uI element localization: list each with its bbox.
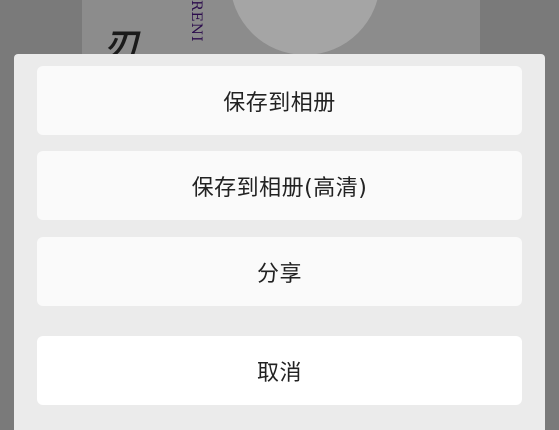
save-to-album-label: 保存到相册 xyxy=(223,90,336,116)
share-button[interactable]: 分享 xyxy=(37,237,522,306)
share-label: 分享 xyxy=(256,261,302,287)
save-to-album-button[interactable]: 保存到相册 xyxy=(37,66,522,135)
save-to-album-hd-label: 保存到相册(高清) xyxy=(191,175,368,201)
save-to-album-hd-button[interactable]: 保存到相册(高清) xyxy=(37,151,522,220)
cancel-button[interactable]: 取消 xyxy=(37,336,522,405)
cancel-label: 取消 xyxy=(256,360,302,386)
action-sheet: 保存到相册 保存到相册(高清) 分享 取消 xyxy=(14,54,545,430)
background-vertical-text: RENI xyxy=(188,0,204,43)
